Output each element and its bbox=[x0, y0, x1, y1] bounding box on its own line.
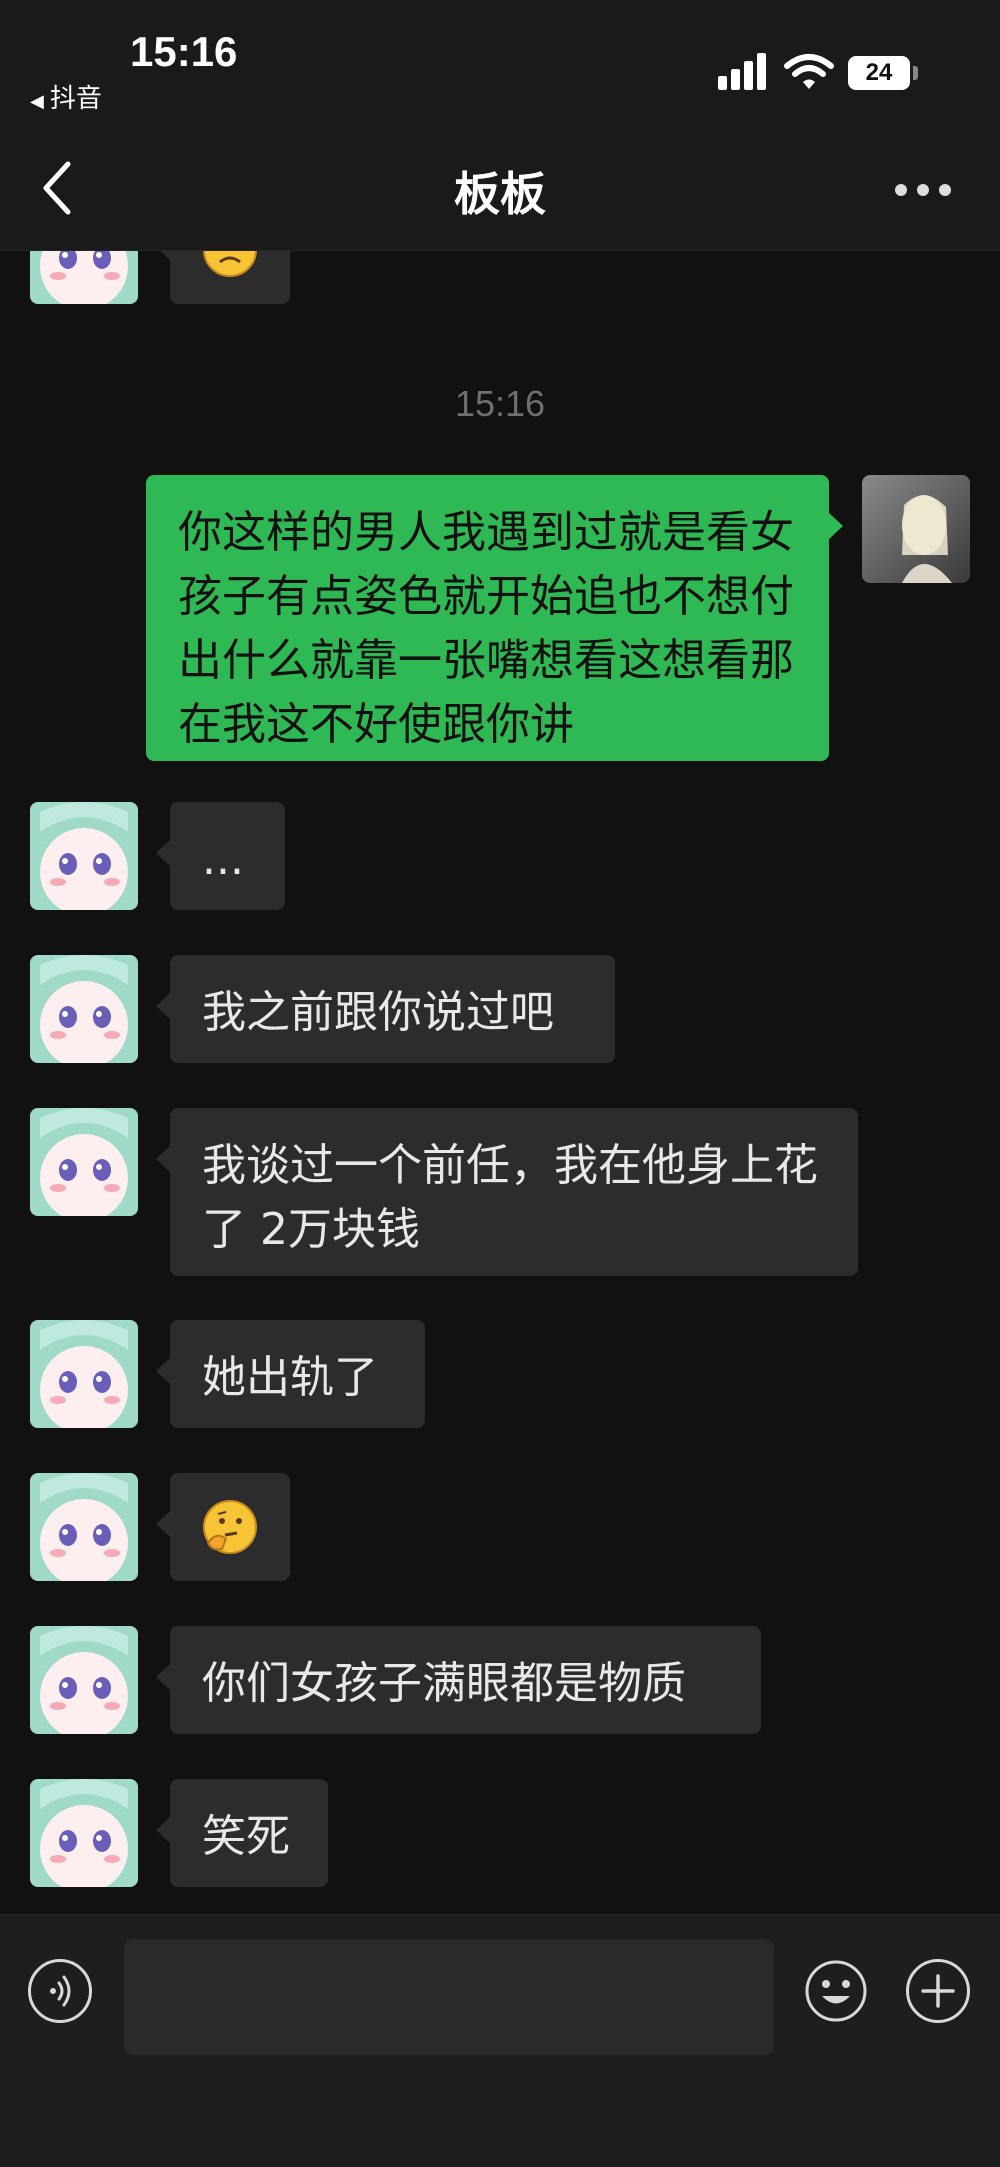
voice-input-button[interactable] bbox=[28, 1959, 92, 2023]
plus-icon bbox=[921, 1974, 955, 2008]
message-bubble[interactable] bbox=[156, 1473, 290, 1581]
message-list[interactable]: 15:16 你这样的男人我遇到过就是看女孩子有点姿色就开始追也不想付出什么就靠一… bbox=[0, 251, 1000, 1914]
message-row: 我之前跟你说过吧 bbox=[0, 955, 1000, 1063]
message-bubble[interactable]: 我谈过一个前任，我在他身上花了 2万块钱 bbox=[156, 1108, 858, 1276]
message-input[interactable] bbox=[124, 1939, 774, 2055]
message-bubble[interactable]: 你们女孩子满眼都是物质 bbox=[156, 1626, 761, 1734]
contact-avatar[interactable] bbox=[30, 1779, 138, 1887]
message-row bbox=[0, 1473, 1000, 1581]
signal-icon bbox=[718, 52, 768, 90]
contact-avatar[interactable] bbox=[30, 802, 138, 910]
contact-avatar[interactable] bbox=[30, 955, 138, 1063]
message-row: 你们女孩子满眼都是物质 bbox=[0, 1626, 1000, 1734]
back-to-app-link[interactable]: ◀ 抖音 bbox=[30, 78, 102, 115]
message-row: 我谈过一个前任，我在他身上花了 2万块钱 bbox=[0, 1108, 1000, 1276]
chat-title: 板板 bbox=[454, 167, 546, 221]
composer-bar bbox=[0, 1914, 1000, 2167]
more-icon[interactable] bbox=[895, 182, 955, 198]
message-bubble[interactable]: 她出轨了 bbox=[156, 1320, 425, 1428]
message-bubble[interactable]: 我之前跟你说过吧 bbox=[156, 955, 615, 1063]
frown-face-icon bbox=[203, 251, 257, 277]
chat-header: 板板 bbox=[0, 120, 1000, 251]
message-bubble[interactable] bbox=[156, 251, 290, 304]
battery-icon: 24 bbox=[848, 56, 910, 90]
message-timestamp: 15:16 bbox=[454, 383, 546, 424]
back-chevron-icon[interactable] bbox=[38, 160, 78, 216]
contact-avatar[interactable] bbox=[30, 1473, 138, 1581]
message-row: 她出轨了 bbox=[0, 1320, 1000, 1428]
contact-avatar[interactable] bbox=[30, 1626, 138, 1734]
message-row: 笑死 bbox=[0, 1779, 1000, 1887]
message-bubble-outgoing[interactable]: 你这样的男人我遇到过就是看女孩子有点姿色就开始追也不想付出什么就靠一张嘴想看这想… bbox=[146, 475, 843, 761]
thinking-face-icon bbox=[203, 1500, 257, 1554]
contact-avatar[interactable] bbox=[30, 1108, 138, 1216]
message-row: ... bbox=[0, 802, 1000, 910]
back-app-label: 抖音 bbox=[49, 84, 102, 114]
contact-avatar[interactable] bbox=[30, 1320, 138, 1428]
my-avatar[interactable] bbox=[862, 475, 970, 583]
message-row bbox=[0, 251, 1000, 304]
contact-avatar[interactable] bbox=[30, 251, 138, 304]
message-bubble[interactable]: ... bbox=[156, 802, 285, 910]
more-actions-button[interactable] bbox=[906, 1959, 970, 2023]
message-row: 你这样的男人我遇到过就是看女孩子有点姿色就开始追也不想付出什么就靠一张嘴想看这想… bbox=[0, 475, 1000, 761]
message-bubble[interactable]: 笑死 bbox=[156, 1779, 328, 1887]
emoji-icon[interactable] bbox=[804, 1959, 868, 2023]
status-time: 15:16 bbox=[130, 28, 238, 75]
voice-icon bbox=[50, 1975, 71, 2007]
wifi-icon bbox=[784, 54, 834, 89]
battery-level: 24 bbox=[865, 59, 893, 86]
back-triangle-icon: ◀ bbox=[30, 91, 44, 112]
status-bar: 15:16 ◀ 抖音 24 bbox=[0, 0, 1000, 120]
battery-cap bbox=[913, 66, 918, 80]
